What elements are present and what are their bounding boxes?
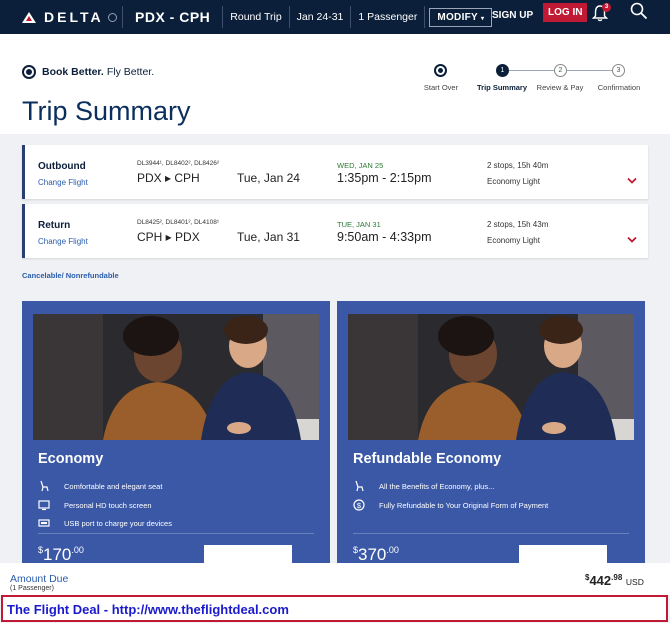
flight-date: Tue, Jan 24 — [237, 171, 300, 185]
delta-widget-icon — [22, 11, 36, 23]
seat-icon — [355, 480, 364, 492]
flight-deal-banner: The Flight Deal - http://www.theflightde… — [1, 595, 668, 622]
notification-badge: 3 — [602, 3, 611, 12]
brand-name: DELTA — [44, 9, 104, 25]
fare-name: Refundable Economy — [353, 451, 502, 467]
chevron-down-icon[interactable] — [627, 236, 637, 244]
fare-feature: Personal HD touch screen — [38, 499, 152, 511]
step-1-dot: 1 — [496, 64, 509, 77]
sign-up-link[interactable]: SIGN UP — [492, 10, 533, 21]
fare-feature-text: All the Benefits of Economy, plus... — [379, 481, 495, 491]
fare-feature: $ Fully Refundable to Your Original Form… — [353, 499, 548, 511]
progress-stepper: 1 2 3 Start Over Trip Summary Review & P… — [416, 64, 656, 104]
amount-currency: USD — [625, 577, 644, 587]
refundable-economy-fare-card[interactable]: Refundable Economy All the Benefits of E… — [337, 301, 645, 564]
refund-icon: $ — [353, 499, 365, 511]
passengers-photo — [348, 314, 634, 440]
screen-icon — [38, 500, 50, 511]
step-label-start-over[interactable]: Start Over — [424, 83, 458, 92]
return-flight-card[interactable]: Return Change Flight DL8425², DL8401², D… — [22, 204, 648, 258]
amount-due-value: $442.98 USD — [585, 573, 644, 588]
book-better-tagline: Book Better. Fly Better. — [22, 65, 154, 79]
amount-due-passengers: (1 Passenger) — [10, 585, 54, 592]
top-nav: DELTA PDX - CPH Round Trip Jan 24-31 1 P… — [0, 0, 670, 34]
economy-fare-card[interactable]: Economy Comfortable and elegant seat Per… — [22, 301, 330, 564]
log-in-button[interactable]: LOG IN — [543, 3, 588, 22]
step-2-dot: 2 — [554, 64, 567, 77]
step-label-review-pay: Review & Pay — [536, 83, 584, 92]
step-label-trip-summary: Trip Summary — [476, 83, 528, 92]
flight-direction: Return — [38, 220, 71, 231]
seal-icon — [107, 12, 117, 22]
tagline-bold: Book Better. — [42, 66, 104, 78]
select-fare-button[interactable] — [519, 545, 607, 563]
trip-dates: Jan 24-31 — [296, 11, 344, 23]
step-3-dot: 3 — [612, 64, 625, 77]
fare-divider — [38, 533, 314, 534]
flight-stops-duration: 2 stops, 15h 40m — [487, 161, 549, 170]
svg-text:$: $ — [357, 501, 362, 510]
change-flight-link[interactable]: Change Flight — [38, 237, 88, 246]
step-connector — [560, 70, 618, 71]
price-cents: .00 — [71, 545, 84, 555]
modify-label: MODIFY — [437, 11, 478, 23]
flight-route: CPH ▸ PDX — [137, 230, 200, 244]
trip-type: Round Trip — [230, 11, 282, 23]
fare-feature: Comfortable and elegant seat — [38, 480, 162, 492]
route-summary: PDX - CPH — [135, 9, 211, 25]
flight-direction: Outbound — [38, 161, 86, 172]
seat-icon — [40, 480, 49, 492]
flight-date: Tue, Jan 31 — [237, 230, 300, 244]
modify-button[interactable]: MODIFY ▾ — [429, 7, 493, 27]
price-whole: 170 — [43, 545, 72, 564]
select-fare-button[interactable] — [204, 545, 292, 563]
price-cents: .00 — [386, 545, 399, 555]
chevron-down-icon[interactable] — [627, 177, 637, 185]
tagline-logo-icon — [22, 65, 36, 79]
delta-logo[interactable]: DELTA — [0, 9, 122, 25]
arrival-day: TUE, JAN 31 — [337, 220, 381, 229]
flight-numbers: DL8425², DL8401², DL4108¹ — [137, 219, 220, 226]
step-label-confirmation: Confirmation — [597, 83, 641, 92]
page-title: Trip Summary — [22, 96, 191, 126]
step-connector — [502, 70, 560, 71]
passengers-photo — [33, 314, 319, 440]
start-over-dot — [438, 68, 443, 73]
fare-feature-text: Fully Refundable to Your Original Form o… — [379, 500, 549, 510]
fare-class: Economy Light — [487, 177, 540, 186]
fare-feature-text: USB port to charge your devices — [64, 518, 172, 528]
fare-name: Economy — [38, 451, 104, 467]
fare-feature: USB port to charge your devices — [38, 517, 172, 529]
fare-feature-text: Personal HD touch screen — [64, 500, 152, 510]
flight-stops-duration: 2 stops, 15h 43m — [487, 220, 549, 229]
fare-feature-text: Comfortable and elegant seat — [64, 481, 163, 491]
page-header: Book Better. Fly Better. Trip Summary 1 … — [0, 34, 670, 134]
start-over-step-icon[interactable] — [434, 64, 447, 77]
nav-divider — [424, 6, 426, 28]
amount-due-bar: Amount Due (1 Passenger) $442.98 USD — [0, 563, 670, 595]
price-whole: 370 — [358, 545, 387, 564]
arrival-day: WED, JAN 25 — [337, 161, 384, 170]
flight-times: 1:35pm - 2:15pm — [337, 171, 432, 185]
passenger-count: 1 Passenger — [358, 11, 418, 23]
change-flight-link[interactable]: Change Flight — [38, 178, 88, 187]
fare-divider — [353, 533, 629, 534]
fare-price: $370.00 — [353, 545, 399, 564]
fare-rules-link[interactable]: Cancelable/ Nonrefundable — [22, 271, 119, 280]
fare-price: $170.00 — [38, 545, 84, 564]
tagline-rest: Fly Better. — [106, 66, 155, 78]
fare-class: Economy Light — [487, 236, 540, 245]
usb-icon — [38, 519, 50, 527]
amount-cents: .98 — [611, 573, 623, 582]
search-icon[interactable] — [630, 2, 648, 20]
caret-down-icon: ▾ — [480, 15, 485, 22]
amount-due-label: Amount Due — [10, 573, 69, 585]
amount-whole: 442 — [589, 573, 612, 588]
flight-numbers: DL3944¹, DL8402², DL8426² — [137, 160, 220, 167]
outbound-flight-card[interactable]: Outbound Change Flight DL3944¹, DL8402²,… — [22, 145, 648, 199]
fare-feature: All the Benefits of Economy, plus... — [353, 480, 494, 492]
flight-route: PDX ▸ CPH — [137, 171, 200, 185]
flight-times: 9:50am - 4:33pm — [337, 230, 432, 244]
